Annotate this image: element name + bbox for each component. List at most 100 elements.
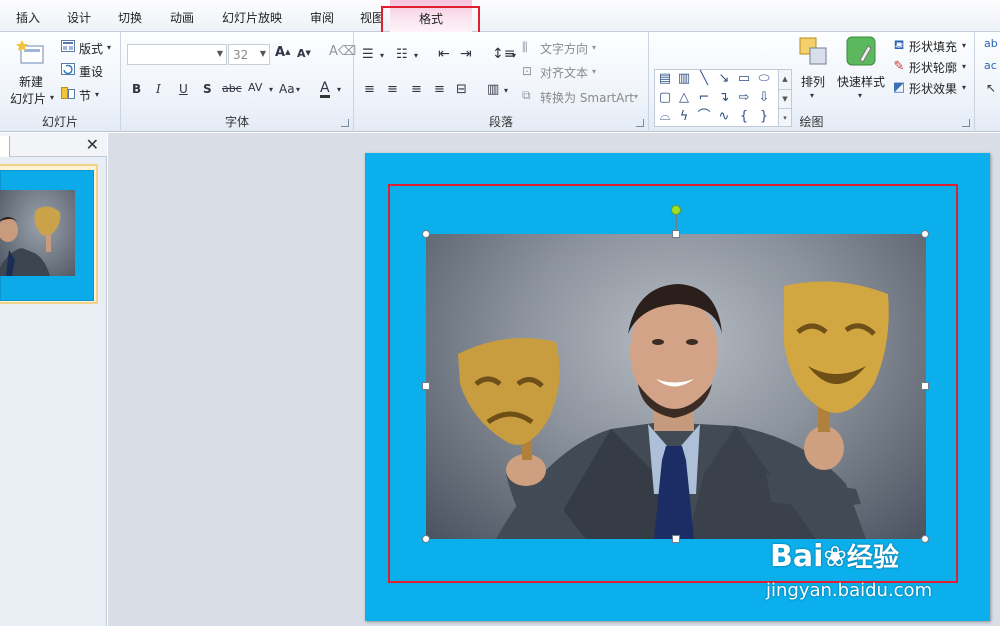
left-brace-shape-icon[interactable]: { xyxy=(736,109,752,125)
font-size-combo[interactable]: 32 ▼ xyxy=(228,44,270,65)
underline-button[interactable]: U xyxy=(179,83,188,95)
slides-tab[interactable] xyxy=(0,136,10,157)
oval-shape-icon[interactable]: ⬭ xyxy=(756,71,772,87)
new-slide-label-1[interactable]: 新建 xyxy=(19,73,43,90)
scroll-up-icon[interactable]: ▲ xyxy=(779,70,791,89)
layout-icon[interactable] xyxy=(61,40,75,52)
tab-slide-show[interactable]: 幻灯片放映 xyxy=(222,9,282,26)
chevron-down-icon[interactable]: ▾ xyxy=(858,92,862,100)
dialog-launcher-icon[interactable] xyxy=(962,119,970,127)
shape-effects-icon[interactable]: ◩ xyxy=(891,80,907,94)
shape-fill-icon[interactable]: ⛾ xyxy=(891,38,907,52)
arc-shape-icon[interactable]: ⌒ xyxy=(696,109,712,125)
chevron-down-icon[interactable]: ▾ xyxy=(512,52,516,60)
tab-transitions[interactable]: 切换 xyxy=(118,9,142,26)
section-label[interactable]: 节 xyxy=(79,87,91,104)
italic-button[interactable]: I xyxy=(156,83,161,95)
elbow-connector-shape-icon[interactable]: ⌐ xyxy=(696,90,712,106)
gallery-more-icon[interactable]: ▾ xyxy=(779,108,791,126)
dialog-launcher-icon[interactable] xyxy=(341,119,349,127)
shape-outline-icon[interactable]: ✎ xyxy=(891,59,907,73)
chevron-down-icon[interactable]: ▾ xyxy=(95,91,99,99)
shrink-font-icon[interactable]: A ▼ xyxy=(297,48,311,59)
chevron-down-icon[interactable]: ▾ xyxy=(50,94,54,102)
shape-effects-label[interactable]: 形状效果 xyxy=(909,80,957,97)
reset-label[interactable]: 重设 xyxy=(79,63,103,80)
replace-icon[interactable]: ac xyxy=(984,60,997,71)
rectangle-shape-icon[interactable]: ▭ xyxy=(736,71,752,87)
clear-formatting-icon[interactable]: A⌫ xyxy=(329,45,356,58)
increase-indent-icon[interactable]: ⇥ xyxy=(460,47,472,61)
strikethrough-button[interactable]: abc xyxy=(222,83,242,94)
new-slide-icon[interactable] xyxy=(16,38,46,66)
chevron-down-icon[interactable]: ▼ xyxy=(217,49,223,58)
align-text-label[interactable]: 对齐文本 xyxy=(540,64,588,81)
shapes-gallery[interactable]: ▤ ▥ ╲ ↘ ▭ ⬭ ▢ △ ⌐ ↴ ⇨ ⇩ ⌓ ϟ ⌒ ∿ { } xyxy=(654,69,780,127)
shape-outline-label[interactable]: 形状轮廓 xyxy=(909,59,957,76)
arrange-label[interactable]: 排列 xyxy=(801,73,825,90)
font-color-button[interactable]: A xyxy=(320,81,330,98)
text-direction-label[interactable]: 文字方向 xyxy=(540,40,588,57)
align-left-icon[interactable]: ≡ xyxy=(364,83,375,96)
chevron-down-icon[interactable]: ▾ xyxy=(962,84,966,92)
font-name-combo[interactable]: ▼ xyxy=(127,44,227,65)
arrange-icon[interactable] xyxy=(798,36,830,68)
right-brace-shape-icon[interactable]: } xyxy=(756,109,772,125)
quick-styles-label[interactable]: 快速样式 xyxy=(837,73,885,90)
text-box-shape-icon[interactable]: ▤ xyxy=(657,71,673,87)
bullets-icon[interactable]: ☰ xyxy=(362,48,374,61)
triangle-shape-icon[interactable]: △ xyxy=(676,90,692,106)
right-arrow-shape-icon[interactable]: ⇨ xyxy=(736,90,752,106)
section-icon[interactable] xyxy=(61,87,75,99)
new-slide-label-2[interactable]: 幻灯片 xyxy=(10,90,46,107)
chevron-down-icon[interactable]: ▾ xyxy=(634,93,638,101)
chevron-down-icon[interactable]: ▾ xyxy=(107,44,111,52)
text-shadow-button[interactable]: S xyxy=(203,83,212,95)
chevron-down-icon[interactable]: ▾ xyxy=(504,87,508,95)
scroll-down-icon[interactable]: ▼ xyxy=(779,89,791,108)
layout-label[interactable]: 版式 xyxy=(79,40,103,57)
rounded-rectangle-shape-icon[interactable]: ▢ xyxy=(657,90,673,106)
select-icon[interactable]: ↖ xyxy=(986,82,996,94)
shape-fill-label[interactable]: 形状填充 xyxy=(909,38,957,55)
numbering-icon[interactable]: ☷ xyxy=(396,48,408,61)
freeform-shape-icon[interactable]: ⌓ xyxy=(657,109,673,125)
shapes-gallery-scroll[interactable]: ▲ ▼ ▾ xyxy=(778,69,792,127)
chevron-down-icon[interactable]: ▾ xyxy=(380,52,384,60)
change-case-button[interactable]: Aa xyxy=(279,83,295,95)
distributed-icon[interactable]: ⊟ xyxy=(456,83,467,96)
character-spacing-button[interactable]: AV xyxy=(248,82,262,93)
arrow-line-shape-icon[interactable]: ↘ xyxy=(716,71,732,87)
chevron-down-icon[interactable]: ▼ xyxy=(260,49,266,58)
chevron-down-icon[interactable]: ▾ xyxy=(269,86,273,94)
tab-animations[interactable]: 动画 xyxy=(170,9,194,26)
chevron-down-icon[interactable]: ▾ xyxy=(592,44,596,52)
dialog-launcher-icon[interactable] xyxy=(636,119,644,127)
line-shape-icon[interactable]: ╲ xyxy=(696,71,712,87)
down-arrow-shape-icon[interactable]: ⇩ xyxy=(756,90,772,106)
chevron-down-icon[interactable]: ▾ xyxy=(296,86,300,94)
grow-font-icon[interactable]: A ▲ xyxy=(275,46,290,59)
justify-icon[interactable]: ≡ xyxy=(434,83,445,96)
align-center-icon[interactable]: ≡ xyxy=(387,83,398,96)
decrease-indent-icon[interactable]: ⇤ xyxy=(438,47,450,61)
tab-insert[interactable]: 插入 xyxy=(16,9,40,26)
tab-review[interactable]: 审阅 xyxy=(310,9,334,26)
elbow-arrow-shape-icon[interactable]: ↴ xyxy=(716,90,732,106)
chevron-down-icon[interactable]: ▾ xyxy=(414,52,418,60)
chevron-down-icon[interactable]: ▾ xyxy=(962,63,966,71)
text-direction-icon[interactable]: ⫼ xyxy=(522,41,528,53)
smartart-icon[interactable]: ⧉ xyxy=(522,89,531,101)
curve-shape-icon[interactable]: ∿ xyxy=(716,109,732,125)
vertical-text-box-shape-icon[interactable]: ▥ xyxy=(676,71,692,87)
bold-button[interactable]: B xyxy=(132,83,141,95)
chevron-down-icon[interactable]: ▾ xyxy=(962,42,966,50)
chevron-down-icon[interactable]: ▾ xyxy=(337,86,341,94)
quick-styles-icon[interactable] xyxy=(846,36,876,68)
align-text-icon[interactable]: ⊡ xyxy=(522,65,532,77)
find-icon[interactable]: ab xyxy=(984,38,998,49)
columns-icon[interactable]: ▥ xyxy=(487,83,499,96)
close-icon[interactable]: ✕ xyxy=(86,135,99,154)
align-right-icon[interactable]: ≡ xyxy=(411,83,422,96)
chevron-down-icon[interactable]: ▾ xyxy=(592,68,596,76)
